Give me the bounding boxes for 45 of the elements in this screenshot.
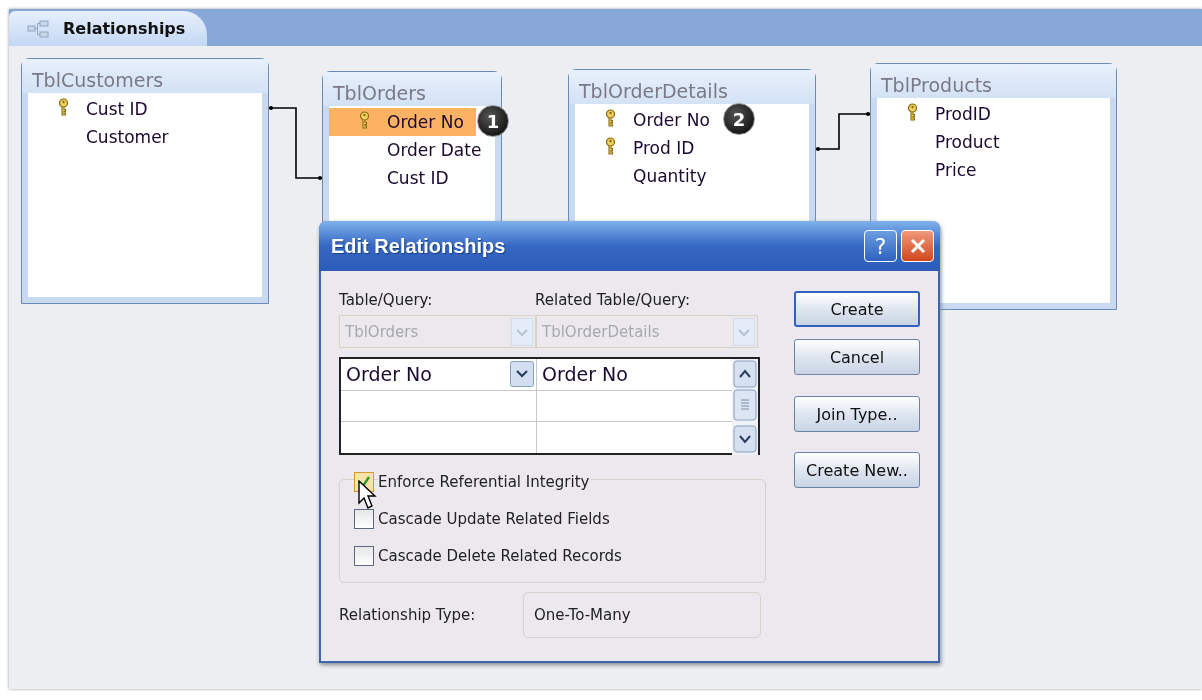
field-row[interactable]: Quantity	[575, 162, 809, 190]
field-name: Price	[935, 160, 977, 180]
field-name: Order No	[633, 110, 710, 130]
checkbox[interactable]	[354, 546, 374, 566]
field-row[interactable]: Cust ID	[329, 164, 495, 192]
diagram-icon	[27, 19, 49, 38]
dialog-title: Edit Relationships	[331, 234, 507, 258]
dialog-button[interactable]: Create	[794, 291, 920, 327]
field-name: Order No	[387, 112, 464, 132]
dialog-button[interactable]: Cancel	[794, 339, 920, 375]
field-row[interactable]: Order No	[329, 108, 476, 136]
table-query-label: Table/Query:	[339, 291, 434, 311]
option-label: Enforce Referential Integrity	[378, 473, 592, 491]
field-name: Cust ID	[86, 99, 148, 119]
relationship-type-label: Relationship Type:	[339, 606, 477, 624]
field-row[interactable]: Order No	[575, 106, 722, 134]
dialog-button[interactable]: Create New..	[794, 452, 920, 488]
field-name: Product	[935, 132, 1000, 152]
field-name: Order Date	[387, 140, 482, 160]
relationships-tab[interactable]: Relationships	[9, 11, 208, 46]
scrollbar[interactable]	[732, 359, 758, 455]
mouse-pointer-icon	[358, 480, 378, 510]
field-row[interactable]: Price	[877, 156, 1110, 184]
relationship-line	[816, 111, 871, 153]
field-row[interactable]: Cust ID	[28, 95, 262, 123]
field-name: Cust ID	[387, 168, 449, 188]
related-table-label: Related Table/Query:	[535, 291, 691, 311]
relationship-type-value: One-To-Many	[523, 592, 761, 638]
dialog-button[interactable]: Join Type..	[794, 396, 920, 432]
field-name: Quantity	[633, 166, 707, 186]
close-icon	[909, 238, 926, 254]
related-field-cell[interactable]: Order No	[542, 363, 628, 386]
table-field-cell[interactable]: Order No	[346, 363, 432, 386]
option-label: Cascade Update Related Fields	[378, 510, 612, 528]
field-row[interactable]: Product	[877, 128, 1110, 156]
checkbox[interactable]	[354, 509, 374, 529]
field-name: ProdID	[935, 104, 991, 124]
field-name: Prod ID	[633, 138, 695, 158]
help-button[interactable]: ?	[864, 230, 897, 262]
field-row[interactable]: Order Date	[329, 136, 495, 164]
field-name: Customer	[86, 127, 169, 147]
close-button[interactable]	[901, 230, 934, 262]
field-row[interactable]: ProdID	[877, 100, 1110, 128]
field-row[interactable]: Prod ID	[575, 134, 809, 162]
field-row[interactable]: Customer	[28, 123, 262, 151]
